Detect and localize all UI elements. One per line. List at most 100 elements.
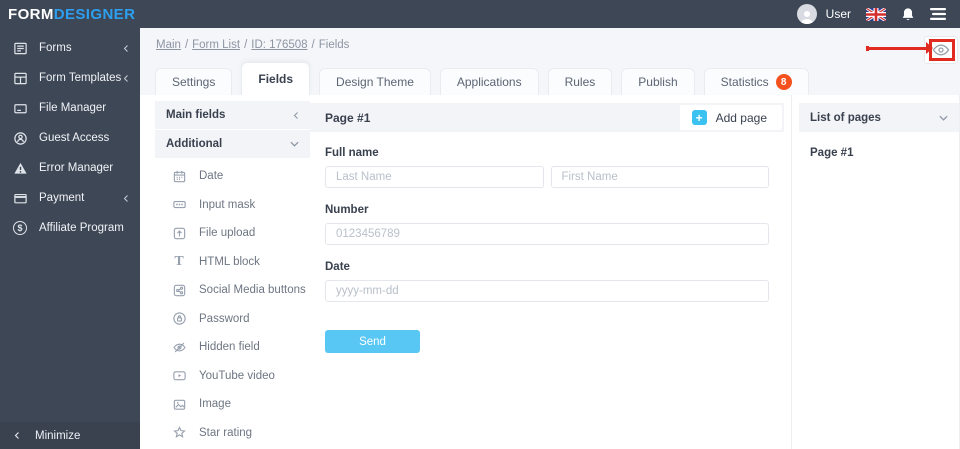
sidebar-item-label: Forms: [39, 42, 72, 54]
t-glyph: T: [174, 253, 184, 269]
sidebar: Forms Form Templates File Manager Guest …: [0, 28, 140, 449]
send-button[interactable]: Send: [325, 330, 420, 353]
user-name-label[interactable]: User: [826, 7, 851, 21]
tab-rules[interactable]: Rules: [547, 68, 613, 95]
field-type-label: File upload: [199, 227, 256, 240]
list-of-pages-header[interactable]: List of pages: [799, 103, 959, 132]
field-type-image[interactable]: Image: [171, 390, 310, 419]
header-band: Main / Form List / ID: 176508/Fields Setting…: [140, 28, 960, 95]
tab-applications[interactable]: Applications: [439, 68, 539, 95]
breadcrumb-current: Fields: [318, 39, 350, 51]
number-row: [325, 223, 769, 245]
breadcrumb-link-form-id[interactable]: ID: 176508: [251, 39, 307, 51]
sidebar-item-file-manager[interactable]: File Manager: [0, 93, 140, 123]
tab-design-theme[interactable]: Design Theme: [319, 68, 431, 95]
share-icon: [171, 282, 187, 298]
group-main-fields[interactable]: Main fields: [155, 101, 310, 129]
form-canvas: Page #1 + Add page Full name Number: [310, 95, 784, 449]
form-preview: Full name Number Date Send: [310, 132, 784, 353]
field-type-file-upload[interactable]: File upload: [171, 219, 310, 248]
sidebar-item-affiliate-program[interactable]: $ Affiliate Program: [0, 213, 140, 243]
date-input[interactable]: [325, 280, 769, 302]
sidebar-item-form-templates[interactable]: Form Templates: [0, 63, 140, 93]
html-block-icon: T: [171, 254, 187, 270]
field-type-date[interactable]: Date: [171, 162, 310, 191]
tab-statistics[interactable]: Statistics 8: [703, 68, 809, 95]
tab-label: Design Theme: [336, 75, 414, 89]
field-type-social-media[interactable]: Social Media buttons: [171, 276, 310, 305]
field-type-label: Star rating: [199, 426, 253, 439]
file-upload-icon: [171, 225, 187, 241]
full-name-label: Full name: [325, 147, 379, 159]
add-page-button[interactable]: + Add page: [679, 105, 782, 130]
canvas-page-header: Page #1 + Add page: [310, 103, 784, 132]
topbar-right: User: [796, 4, 946, 24]
field-type-youtube-video[interactable]: YouTube video: [171, 362, 310, 391]
annotation-arrow-line: [868, 47, 926, 50]
group-additional[interactable]: Additional: [155, 130, 310, 158]
full-name-row: [325, 166, 769, 188]
tab-publish[interactable]: Publish: [621, 68, 695, 95]
number-label: Number: [325, 204, 369, 216]
eye-off-icon: [171, 339, 187, 355]
field-type-hidden-field[interactable]: Hidden field: [171, 333, 310, 362]
tab-label: Fields: [258, 72, 294, 86]
topbar: FORMDESIGNER User: [0, 0, 960, 28]
main-area: Main / Form List / ID: 176508/Fields Setting…: [140, 28, 960, 449]
date-row: [325, 280, 769, 302]
tab-fields[interactable]: Fields: [241, 62, 311, 95]
chevron-down-icon: [939, 115, 948, 121]
sidebar-item-guest-access[interactable]: Guest Access: [0, 123, 140, 153]
field-type-password[interactable]: Password: [171, 305, 310, 334]
chevron-left-icon: [14, 431, 20, 440]
sidebar-item-label: Guest Access: [39, 132, 110, 144]
last-name-input[interactable]: [325, 166, 544, 188]
minimize-label: Minimize: [35, 429, 81, 442]
field-type-label: Hidden field: [199, 341, 260, 354]
tab-strip: Settings Fields Design Theme Application…: [155, 62, 809, 95]
menu-hamburger-icon[interactable]: [930, 8, 946, 20]
eye-icon: [932, 44, 950, 56]
first-name-input[interactable]: [550, 166, 769, 188]
dollar-glyph: $: [17, 222, 23, 233]
sidebar-item-forms[interactable]: Forms: [0, 33, 140, 63]
tab-label: Settings: [172, 75, 216, 89]
fields-palette: Main fields Additional Date Input mask F…: [155, 95, 310, 449]
affiliate-icon: $: [12, 220, 28, 236]
breadcrumb-separator: /: [244, 39, 248, 51]
file-manager-icon: [12, 100, 28, 116]
notifications-bell-icon[interactable]: [901, 7, 915, 22]
breadcrumb-separator: /: [184, 39, 189, 51]
field-type-star-rating[interactable]: Star rating: [171, 419, 310, 448]
tab-settings[interactable]: Settings: [155, 68, 233, 95]
app-logo: FORMDESIGNER: [8, 7, 135, 22]
breadcrumb-link-main[interactable]: Main: [156, 39, 181, 51]
error-manager-icon: [12, 160, 28, 176]
sidebar-item-label: Affiliate Program: [39, 222, 124, 234]
field-type-html-block[interactable]: T HTML block: [171, 248, 310, 277]
youtube-video-icon: [171, 368, 187, 384]
logo-part1: FORM: [8, 5, 54, 23]
breadcrumb-link-form-list[interactable]: Form List: [192, 39, 240, 51]
breadcrumb: Main / Form List / ID: 176508/Fields: [156, 39, 349, 51]
guest-access-icon: [12, 130, 28, 146]
page-list-item[interactable]: Page #1: [799, 132, 959, 159]
preview-eye-button[interactable]: [924, 36, 958, 64]
sidebar-minimize-button[interactable]: Minimize: [0, 422, 140, 449]
input-mask-icon: [171, 197, 187, 213]
field-type-input-mask[interactable]: Input mask: [171, 191, 310, 220]
sidebar-item-label: Error Manager: [39, 162, 114, 174]
language-flag-icon[interactable]: [866, 7, 886, 21]
chevron-left-icon: [123, 194, 129, 203]
logo-part2: DESIGNER: [53, 5, 136, 23]
canvas-page-title: Page #1: [325, 110, 371, 125]
statistics-badge: 8: [775, 74, 792, 90]
sidebar-item-payment[interactable]: Payment: [0, 183, 140, 213]
field-type-label: Image: [199, 398, 231, 411]
pages-panel: List of pages Page #1: [791, 95, 960, 449]
number-input[interactable]: [325, 223, 769, 245]
tab-label: Publish: [638, 75, 678, 89]
user-avatar[interactable]: [796, 4, 817, 24]
list-of-pages-label: List of pages: [810, 111, 881, 124]
sidebar-item-error-manager[interactable]: Error Manager: [0, 153, 140, 183]
